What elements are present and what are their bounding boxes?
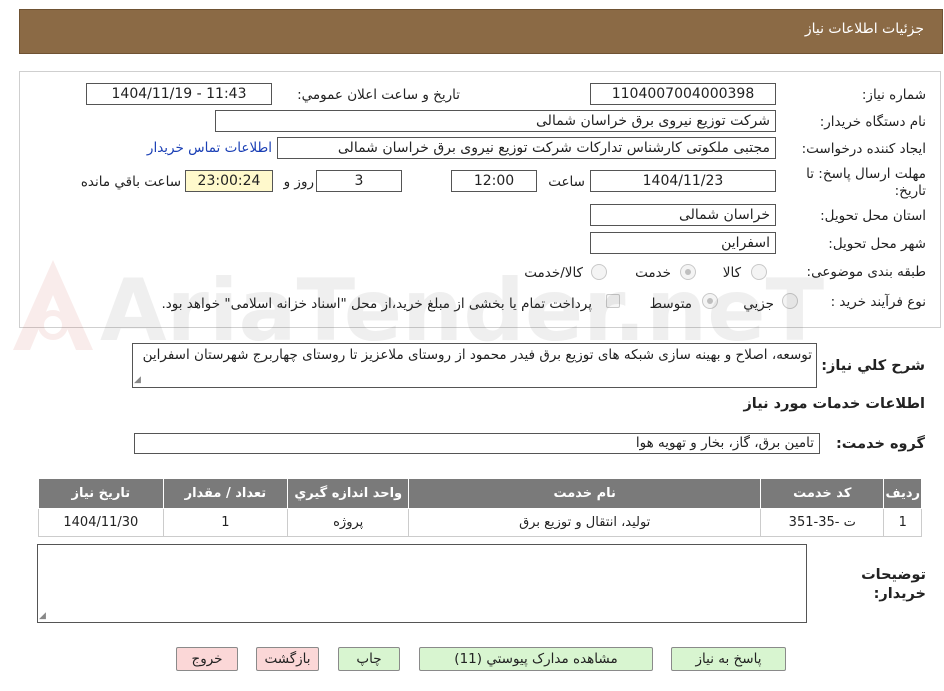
days-label: روز و <box>283 174 314 190</box>
category-label: طبقه بندی موضوعی: <box>806 264 926 280</box>
time-label: ساعت <box>548 174 585 190</box>
col-service-code: کد خدمت <box>760 478 885 509</box>
cell-need-date: 1404/11/30 <box>38 508 164 537</box>
province-field: خراسان شمالی <box>590 204 776 226</box>
need-number-label: شماره نياز: <box>861 87 926 103</box>
description-label: شرح کلي نياز: <box>821 358 925 374</box>
category-option-goods-service: کالا/خدمت <box>524 265 583 281</box>
services-section-title: اطلاعات خدمات مورد نياز <box>743 396 925 412</box>
category-option-goods: کالا <box>722 265 741 281</box>
attachments-button[interactable]: مشاهده مدارک پيوستي (11) <box>419 647 653 671</box>
page-header: جزئيات اطلاعات نياز <box>19 9 943 54</box>
creator-field: مجتبی ملکوتی کارشناس تدارکات شرکت توزیع … <box>277 137 776 159</box>
announce-field: 1404/11/19 - 11:43 <box>86 83 272 105</box>
remaining-time-label: ساعت باقي مانده <box>80 174 181 190</box>
category-radio-service[interactable] <box>680 264 696 280</box>
process-radio-minor[interactable] <box>782 293 798 309</box>
cell-quantity: 1 <box>162 508 289 537</box>
category-radio-goods-service[interactable] <box>591 264 607 280</box>
table-row: 1 ت -35-351 تولید، انتقال و توزیع برق پر… <box>38 508 922 537</box>
reply-button[interactable]: پاسخ به نياز <box>671 647 786 671</box>
deadline-date-field: 1404/11/23 <box>590 170 776 192</box>
services-table: رديف کد خدمت نام خدمت واحد اندازه گيري ت… <box>38 478 922 537</box>
col-unit: واحد اندازه گيري <box>287 478 410 509</box>
buyer-org-label: نام دستگاه خريدار: <box>819 114 926 130</box>
treasury-payment-checkbox[interactable] <box>606 294 620 308</box>
page-title: جزئيات اطلاعات نياز <box>804 21 924 37</box>
col-row-number: رديف <box>883 478 922 509</box>
process-option-minor: جزيي <box>743 296 774 312</box>
need-number-field: 1104007004000398 <box>590 83 776 105</box>
resize-grip-icon[interactable]: ◢ <box>134 376 142 385</box>
service-group-field: تامین برق، گاز، بخار و تهویه هوا <box>134 433 820 454</box>
treasury-payment-note: پرداخت تمام یا بخشی از مبلغ خرید،از محل … <box>161 296 592 312</box>
buyer-notes-textarea[interactable] <box>37 544 807 623</box>
exit-button[interactable]: خروج <box>176 647 238 671</box>
city-field: اسفراین <box>590 232 776 254</box>
deadline-label: مهلت ارسال پاسخ: تا تاريخ: <box>806 166 926 199</box>
back-button[interactable]: بازگشت <box>256 647 319 671</box>
category-option-service: خدمت <box>635 265 671 281</box>
cell-unit: پروژه <box>287 508 410 537</box>
process-radio-medium[interactable] <box>702 293 718 309</box>
notes-resize-grip-icon[interactable]: ◢ <box>39 612 47 621</box>
process-label: نوع فرآيند خريد : <box>830 294 926 310</box>
announce-label: تاريخ و ساعت اعلان عمومي: <box>297 87 460 103</box>
cell-service-code: ت -35-351 <box>760 508 885 537</box>
col-service-name: نام خدمت <box>408 478 762 509</box>
service-group-label: گروه خدمت: <box>835 436 925 452</box>
province-label: استان محل تحويل: <box>820 208 926 224</box>
col-quantity: تعداد / مقدار <box>162 478 289 509</box>
creator-label: ايجاد کننده درخواست: <box>801 141 926 157</box>
buyer-org-field: شرکت توزیع نیروی برق خراسان شمالی <box>215 110 776 132</box>
days-field: 3 <box>316 170 402 192</box>
contact-info-link[interactable]: اطلاعات تماس خريدار <box>147 140 272 156</box>
description-textarea[interactable]: توسعه، اصلاح و بهینه سازی شبکه های توزیع… <box>132 343 817 388</box>
cell-row-number: 1 <box>883 508 922 537</box>
city-label: شهر محل تحويل: <box>828 236 926 252</box>
col-need-date: تاريخ نياز <box>38 478 164 509</box>
remaining-time-field: 23:00:24 <box>185 170 273 192</box>
services-table-header: رديف کد خدمت نام خدمت واحد اندازه گيري ت… <box>38 478 922 509</box>
deadline-time-field: 12:00 <box>451 170 537 192</box>
process-option-medium: متوسط <box>649 296 692 312</box>
print-button[interactable]: چاپ <box>338 647 400 671</box>
buyer-notes-label-line1: توضيحات <box>861 567 926 583</box>
cell-service-name: تولید، انتقال و توزیع برق <box>408 508 762 537</box>
buyer-notes-label-line2: خريدار: <box>873 586 926 602</box>
category-radio-goods[interactable] <box>751 264 767 280</box>
